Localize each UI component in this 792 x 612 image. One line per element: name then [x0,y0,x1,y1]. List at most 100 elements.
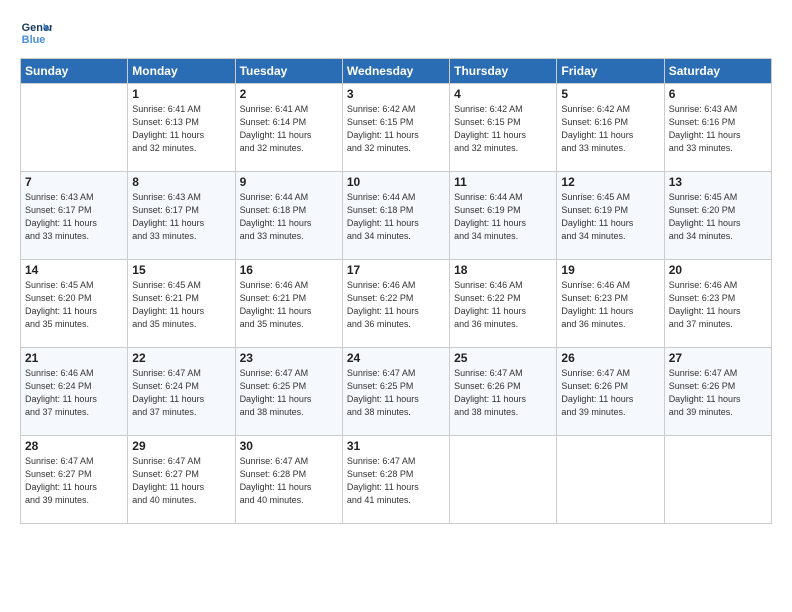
calendar-cell: 10 Sunrise: 6:44 AM Sunset: 6:18 PM Dayli… [342,172,449,260]
week-row-5: 28 Sunrise: 6:47 AM Sunset: 6:27 PM Dayli… [21,436,772,524]
calendar-header-row: SundayMondayTuesdayWednesdayThursdayFrid… [21,59,772,84]
day-info: Sunrise: 6:42 AM Sunset: 6:16 PM Dayligh… [561,103,659,155]
week-row-4: 21 Sunrise: 6:46 AM Sunset: 6:24 PM Dayli… [21,348,772,436]
calendar-cell: 23Sunrise: 6:47 AM Sunset: 6:25 PM Dayli… [235,348,342,436]
day-number: 27 [669,351,767,365]
day-info: Sunrise: 6:46 AM Sunset: 6:22 PM Dayligh… [347,279,445,331]
calendar-cell [664,436,771,524]
header-cell-thursday: Thursday [450,59,557,84]
calendar-cell: 17Sunrise: 6:46 AM Sunset: 6:22 PM Dayli… [342,260,449,348]
day-number: 30 [240,439,338,453]
day-info: Sunrise: 6:47 AM Sunset: 6:27 PM Dayligh… [132,455,230,507]
logo: General Blue [20,16,56,48]
day-number: 6 [669,87,767,101]
day-info: Sunrise: 6:47 AM Sunset: 6:25 PM Dayligh… [347,367,445,419]
day-info: Sunrise: 6:44 AM Sunset: 6:18 PM Dayligh… [347,191,445,243]
day-number: 31 [347,439,445,453]
day-number: 15 [132,263,230,277]
day-info: Sunrise: 6:41 AM Sunset: 6:14 PM Dayligh… [240,103,338,155]
day-number: 2 [240,87,338,101]
header-cell-tuesday: Tuesday [235,59,342,84]
day-number: 3 [347,87,445,101]
header-cell-friday: Friday [557,59,664,84]
header: General Blue [20,16,772,48]
logo-icon: General Blue [20,16,52,48]
calendar-cell: 27 Sunrise: 6:47 AM Sunset: 6:26 PM Dayli… [664,348,771,436]
day-info: Sunrise: 6:45 AM Sunset: 6:20 PM Dayligh… [669,191,767,243]
day-info: Sunrise: 6:47 AM Sunset: 6:27 PM Dayligh… [25,455,123,507]
calendar-cell: 5 Sunrise: 6:42 AM Sunset: 6:16 PM Daylig… [557,84,664,172]
calendar-cell: 2 Sunrise: 6:41 AM Sunset: 6:14 PM Daylig… [235,84,342,172]
calendar-cell: 6 Sunrise: 6:43 AM Sunset: 6:16 PM Daylig… [664,84,771,172]
day-number: 13 [669,175,767,189]
calendar-cell: 15 Sunrise: 6:45 AM Sunset: 6:21 PM Dayli… [128,260,235,348]
day-number: 7 [25,175,123,189]
calendar-cell: 16 Sunrise: 6:46 AM Sunset: 6:21 PM Dayli… [235,260,342,348]
calendar-cell: 21 Sunrise: 6:46 AM Sunset: 6:24 PM Dayli… [21,348,128,436]
calendar-cell [450,436,557,524]
day-number: 11 [454,175,552,189]
day-number: 19 [561,263,659,277]
day-info: Sunrise: 6:45 AM Sunset: 6:20 PM Dayligh… [25,279,123,331]
day-number: 23 [240,351,338,365]
day-number: 1 [132,87,230,101]
day-info: Sunrise: 6:47 AM Sunset: 6:24 PM Dayligh… [132,367,230,419]
day-info: Sunrise: 6:46 AM Sunset: 6:21 PM Dayligh… [240,279,338,331]
day-info: Sunrise: 6:46 AM Sunset: 6:22 PM Dayligh… [454,279,552,331]
svg-text:Blue: Blue [22,34,46,46]
calendar-cell: 14 Sunrise: 6:45 AM Sunset: 6:20 PM Dayli… [21,260,128,348]
calendar-cell: 8Sunrise: 6:43 AM Sunset: 6:17 PM Daylig… [128,172,235,260]
day-number: 5 [561,87,659,101]
calendar-cell: 30 Sunrise: 6:47 AM Sunset: 6:28 PM Dayli… [235,436,342,524]
calendar-cell: 7 Sunrise: 6:43 AM Sunset: 6:17 PM Daylig… [21,172,128,260]
calendar-body: 1 Sunrise: 6:41 AM Sunset: 6:13 PM Daylig… [21,84,772,524]
day-number: 12 [561,175,659,189]
day-info: Sunrise: 6:47 AM Sunset: 6:26 PM Dayligh… [669,367,767,419]
day-number: 10 [347,175,445,189]
calendar-cell: 24Sunrise: 6:47 AM Sunset: 6:25 PM Dayli… [342,348,449,436]
day-info: Sunrise: 6:46 AM Sunset: 6:23 PM Dayligh… [561,279,659,331]
day-number: 14 [25,263,123,277]
day-number: 8 [132,175,230,189]
calendar-cell: 22 Sunrise: 6:47 AM Sunset: 6:24 PM Dayli… [128,348,235,436]
calendar-cell: 18 Sunrise: 6:46 AM Sunset: 6:22 PM Dayli… [450,260,557,348]
day-info: Sunrise: 6:44 AM Sunset: 6:19 PM Dayligh… [454,191,552,243]
calendar-cell: 13 Sunrise: 6:45 AM Sunset: 6:20 PM Dayli… [664,172,771,260]
day-info: Sunrise: 6:47 AM Sunset: 6:28 PM Dayligh… [347,455,445,507]
day-number: 9 [240,175,338,189]
day-number: 25 [454,351,552,365]
week-row-2: 7 Sunrise: 6:43 AM Sunset: 6:17 PM Daylig… [21,172,772,260]
calendar-table: SundayMondayTuesdayWednesdayThursdayFrid… [20,58,772,524]
day-info: Sunrise: 6:45 AM Sunset: 6:21 PM Dayligh… [132,279,230,331]
day-number: 29 [132,439,230,453]
calendar-cell: 1 Sunrise: 6:41 AM Sunset: 6:13 PM Daylig… [128,84,235,172]
day-number: 20 [669,263,767,277]
day-info: Sunrise: 6:43 AM Sunset: 6:17 PM Dayligh… [25,191,123,243]
day-info: Sunrise: 6:46 AM Sunset: 6:24 PM Dayligh… [25,367,123,419]
day-number: 16 [240,263,338,277]
header-cell-sunday: Sunday [21,59,128,84]
calendar-cell: 19 Sunrise: 6:46 AM Sunset: 6:23 PM Dayli… [557,260,664,348]
day-number: 28 [25,439,123,453]
day-number: 18 [454,263,552,277]
calendar-cell: 25 Sunrise: 6:47 AM Sunset: 6:26 PM Dayli… [450,348,557,436]
day-info: Sunrise: 6:42 AM Sunset: 6:15 PM Dayligh… [454,103,552,155]
day-info: Sunrise: 6:41 AM Sunset: 6:13 PM Dayligh… [132,103,230,155]
day-info: Sunrise: 6:47 AM Sunset: 6:26 PM Dayligh… [454,367,552,419]
day-info: Sunrise: 6:47 AM Sunset: 6:28 PM Dayligh… [240,455,338,507]
day-info: Sunrise: 6:42 AM Sunset: 6:15 PM Dayligh… [347,103,445,155]
calendar-cell: 28 Sunrise: 6:47 AM Sunset: 6:27 PM Dayli… [21,436,128,524]
header-cell-monday: Monday [128,59,235,84]
week-row-1: 1 Sunrise: 6:41 AM Sunset: 6:13 PM Daylig… [21,84,772,172]
day-number: 22 [132,351,230,365]
day-number: 21 [25,351,123,365]
calendar-cell: 9 Sunrise: 6:44 AM Sunset: 6:18 PM Daylig… [235,172,342,260]
calendar-cell: 26Sunrise: 6:47 AM Sunset: 6:26 PM Dayli… [557,348,664,436]
header-cell-saturday: Saturday [664,59,771,84]
header-cell-wednesday: Wednesday [342,59,449,84]
calendar-cell [21,84,128,172]
day-info: Sunrise: 6:45 AM Sunset: 6:19 PM Dayligh… [561,191,659,243]
day-info: Sunrise: 6:46 AM Sunset: 6:23 PM Dayligh… [669,279,767,331]
day-info: Sunrise: 6:44 AM Sunset: 6:18 PM Dayligh… [240,191,338,243]
day-info: Sunrise: 6:43 AM Sunset: 6:16 PM Dayligh… [669,103,767,155]
